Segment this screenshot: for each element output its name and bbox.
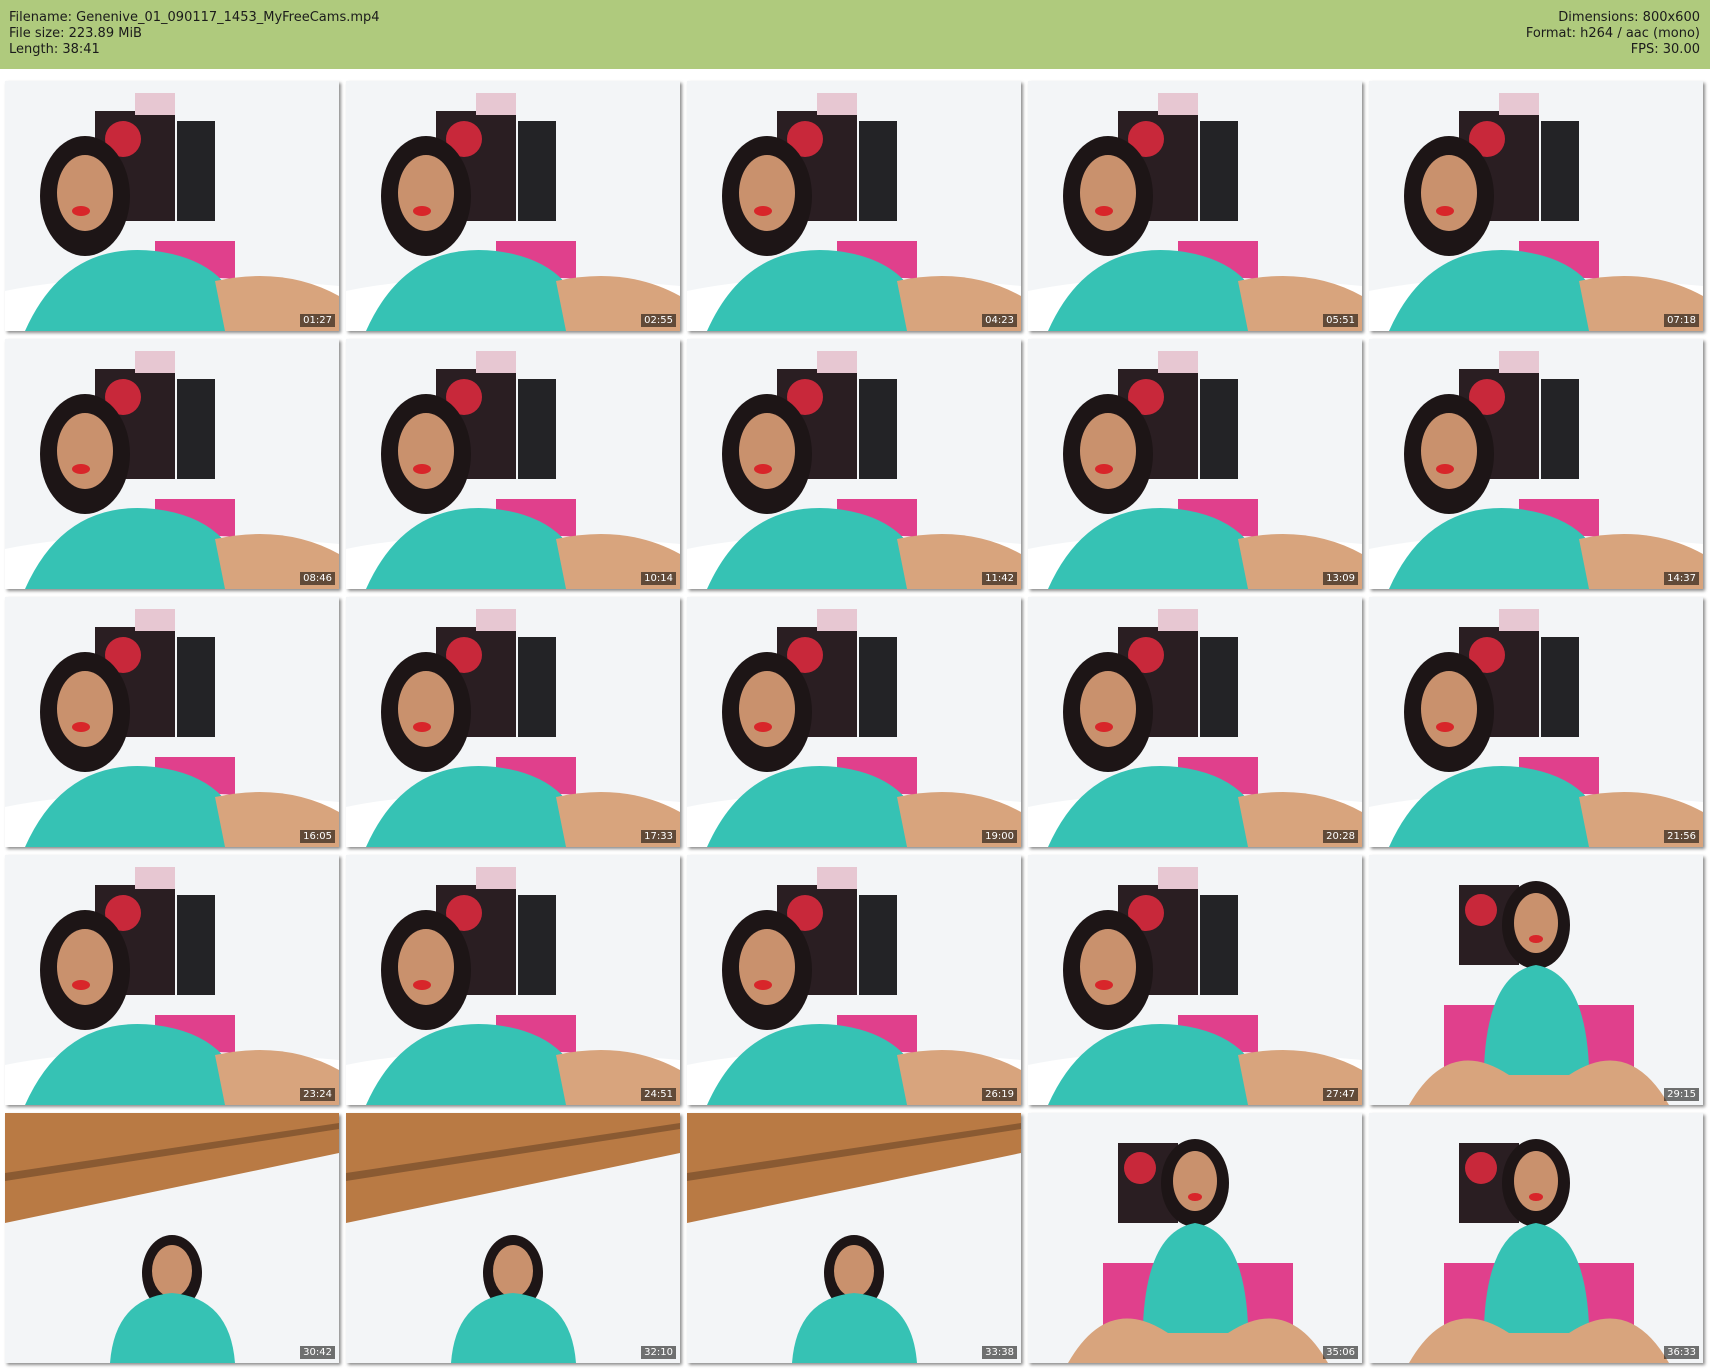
thumbnail-timestamp: 26:19 (982, 1088, 1017, 1101)
thumbnail-frame-image (5, 597, 339, 847)
thumbnail-timestamp: 19:00 (982, 830, 1017, 843)
thumbnail-frame-image (687, 1113, 1021, 1363)
thumbnail-frame-image (687, 597, 1021, 847)
thumbnail-frame-image (1369, 1113, 1703, 1363)
thumbnail-timestamp: 23:24 (300, 1088, 335, 1101)
video-thumbnail: 04:23 (687, 81, 1021, 331)
thumbnail-timestamp: 24:51 (641, 1088, 676, 1101)
video-thumbnail: 14:37 (1369, 339, 1703, 589)
fps-text: FPS: 30.00 (1630, 42, 1700, 57)
thumbnail-timestamp: 30:42 (300, 1346, 335, 1359)
video-thumbnail: 29:15 (1369, 855, 1703, 1105)
thumbnail-frame-image (1028, 855, 1362, 1105)
dimensions-text: Dimensions: 800x600 (1558, 10, 1700, 25)
video-thumbnail: 32:10 (346, 1113, 680, 1363)
thumbnail-frame-image (346, 1113, 680, 1363)
video-thumbnail: 26:19 (687, 855, 1021, 1105)
video-thumbnail: 35:06 (1028, 1113, 1362, 1363)
video-thumbnail: 08:46 (5, 339, 339, 589)
video-thumbnail: 17:33 (346, 597, 680, 847)
thumbnail-frame-image (1028, 1113, 1362, 1363)
thumbnail-frame-image (1369, 597, 1703, 847)
thumbnail-timestamp: 21:56 (1664, 830, 1699, 843)
thumbnail-frame-image (5, 81, 339, 331)
video-thumbnail: 30:42 (5, 1113, 339, 1363)
thumbnail-timestamp: 11:42 (982, 572, 1017, 585)
filename-text: Filename: Genenive_01_090117_1453_MyFree… (9, 10, 380, 25)
video-thumbnail: 19:00 (687, 597, 1021, 847)
thumbnail-timestamp: 01:27 (300, 314, 335, 327)
thumbnail-frame-image (5, 1113, 339, 1363)
info-header: Filename: Genenive_01_090117_1453_MyFree… (0, 0, 1710, 69)
thumbnail-frame-image (5, 339, 339, 589)
thumbnail-frame-image (1028, 339, 1362, 589)
thumbnail-timestamp: 36:33 (1664, 1346, 1699, 1359)
thumbnail-frame-image (1369, 855, 1703, 1105)
thumbnail-timestamp: 29:15 (1664, 1088, 1699, 1101)
thumbnail-frame-image (346, 855, 680, 1105)
thumbnail-timestamp: 13:09 (1323, 572, 1358, 585)
thumbnail-timestamp: 07:18 (1664, 314, 1699, 327)
video-thumbnail: 13:09 (1028, 339, 1362, 589)
thumbnail-timestamp: 32:10 (641, 1346, 676, 1359)
format-text: Format: h264 / aac (mono) (1525, 26, 1700, 41)
video-thumbnail: 23:24 (5, 855, 339, 1105)
thumbnail-frame-image (5, 855, 339, 1105)
thumbnail-timestamp: 16:05 (300, 830, 335, 843)
thumbnail-timestamp: 05:51 (1323, 314, 1358, 327)
thumbnail-frame-image (687, 855, 1021, 1105)
filesize-text: File size: 223.89 MiB (9, 26, 142, 41)
video-thumbnail: 21:56 (1369, 597, 1703, 847)
thumbnail-frame-image (346, 81, 680, 331)
video-thumbnail: 20:28 (1028, 597, 1362, 847)
thumbnail-frame-image (1028, 81, 1362, 331)
thumbnail-grid: 01:27 02:55 04:23 05:51 07:18 08:46 10:14 11:42… (0, 69, 1710, 1370)
thumbnail-timestamp: 02:55 (641, 314, 676, 327)
thumbnail-frame-image (1369, 339, 1703, 589)
thumbnail-timestamp: 08:46 (300, 572, 335, 585)
thumbnail-timestamp: 04:23 (982, 314, 1017, 327)
video-thumbnail: 10:14 (346, 339, 680, 589)
thumbnail-timestamp: 10:14 (641, 572, 676, 585)
file-info-left: Filename: Genenive_01_090117_1453_MyFree… (9, 10, 380, 58)
thumbnail-frame-image (687, 339, 1021, 589)
video-thumbnail: 24:51 (346, 855, 680, 1105)
video-thumbnail: 05:51 (1028, 81, 1362, 331)
video-thumbnail: 27:47 (1028, 855, 1362, 1105)
video-thumbnail: 02:55 (346, 81, 680, 331)
thumbnail-timestamp: 33:38 (982, 1346, 1017, 1359)
video-thumbnail: 01:27 (5, 81, 339, 331)
video-thumbnail: 16:05 (5, 597, 339, 847)
thumbnail-frame-image (687, 81, 1021, 331)
length-text: Length: 38:41 (9, 42, 100, 57)
video-thumbnail: 33:38 (687, 1113, 1021, 1363)
thumbnail-timestamp: 27:47 (1323, 1088, 1358, 1101)
file-info-right: Dimensions: 800x600 Format: h264 / aac (… (1526, 10, 1700, 58)
thumbnail-timestamp: 17:33 (641, 830, 676, 843)
thumbnail-timestamp: 35:06 (1323, 1346, 1358, 1359)
thumbnail-frame-image (346, 339, 680, 589)
thumbnail-frame-image (1369, 81, 1703, 331)
thumbnail-timestamp: 20:28 (1323, 830, 1358, 843)
thumbnail-timestamp: 14:37 (1664, 572, 1699, 585)
video-thumbnail: 07:18 (1369, 81, 1703, 331)
video-thumbnail: 11:42 (687, 339, 1021, 589)
thumbnail-frame-image (1028, 597, 1362, 847)
thumbnail-frame-image (346, 597, 680, 847)
video-thumbnail: 36:33 (1369, 1113, 1703, 1363)
